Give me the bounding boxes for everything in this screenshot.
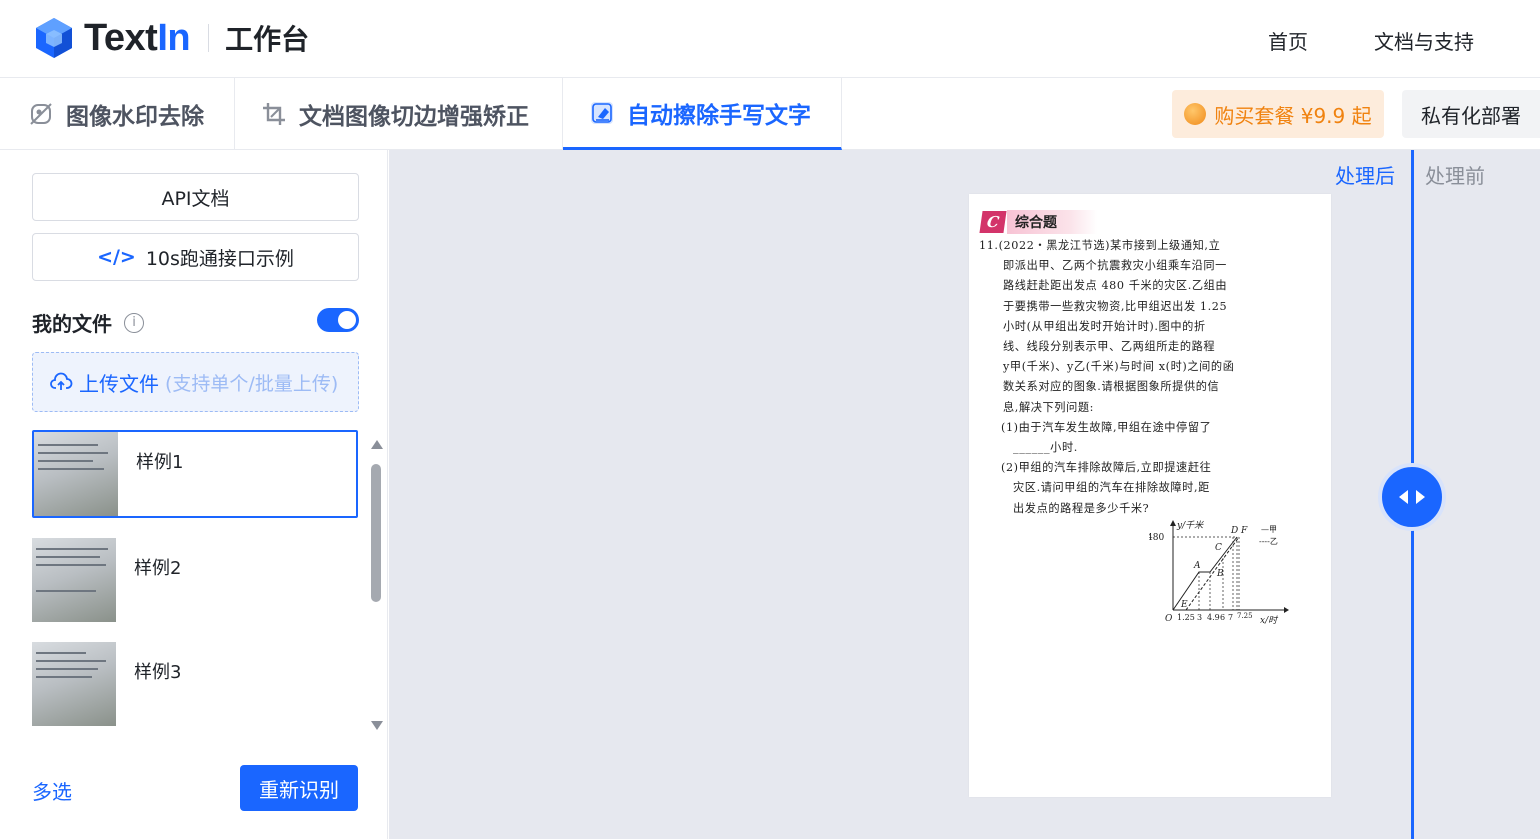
- file-name: 样例3: [134, 662, 182, 683]
- distance-time-graph: 480 y/千米 x/时 O 1.25 3 4.9 6 7 7.25 A B C…: [1149, 520, 1289, 626]
- question-line: (1)由于汽车发生故障,甲组在途中停留了: [1001, 420, 1212, 434]
- question-line: 出发点的路程是多少千米?: [1013, 501, 1150, 515]
- y-axis-label: y/千米: [1176, 520, 1204, 531]
- scroll-thumb[interactable]: [371, 464, 381, 602]
- before-processing-label[interactable]: 处理前: [1425, 160, 1485, 189]
- section-letter: C: [979, 211, 1007, 233]
- file-list: 样例1 样例2 样例3: [32, 430, 358, 730]
- point-label: A: [1193, 561, 1201, 571]
- eraser-icon: [591, 101, 613, 124]
- file-name: 样例1: [136, 452, 184, 473]
- buy-package-button[interactable]: 购买套餐 ¥9.9 起: [1172, 90, 1384, 138]
- question-line: 数关系对应的图象.请根据图象所提供的信: [1003, 380, 1220, 394]
- x-tick-label: 1.25: [1177, 613, 1195, 622]
- question-line: (2)甲组的汽车排除故障后,立即提速赶往: [1001, 461, 1212, 475]
- cloud-upload-icon: [50, 372, 73, 390]
- after-processing-label[interactable]: 处理后: [1335, 160, 1395, 189]
- x-tick-label: 3: [1197, 613, 1202, 622]
- section-title: 综合题: [1007, 210, 1097, 234]
- file-item-sample-2[interactable]: 样例2: [32, 538, 358, 626]
- nav-docs-support[interactable]: 文档与支持: [1374, 26, 1474, 55]
- api-doc-button[interactable]: API文档: [32, 173, 359, 221]
- question-line: 线、线段分别表示甲、乙两组所走的路程: [1003, 340, 1216, 354]
- file-list-scrollbar[interactable]: [369, 440, 383, 730]
- question-line: ______小时.: [1013, 441, 1078, 455]
- top-header: TextIn 工作台 首页 文档与支持: [0, 0, 1540, 78]
- scroll-down-icon[interactable]: [371, 721, 383, 730]
- tool-tabs: 图像水印去除 文档图像切边增强矫正 自动擦除手写文字 购买套餐 ¥9.9 起 私…: [0, 78, 1540, 150]
- coin-bag-icon: [1184, 103, 1207, 125]
- workspace-title: 工作台: [225, 23, 310, 56]
- tab-crop-enhance[interactable]: 文档图像切边增强矫正: [235, 78, 563, 150]
- upload-label: 上传文件: [79, 371, 159, 396]
- question-line: 息,解决下列问题:: [1003, 400, 1095, 414]
- private-deploy-button[interactable]: 私有化部署: [1402, 90, 1540, 138]
- tab-label: 图像水印去除: [66, 104, 204, 130]
- file-thumbnail: [32, 642, 116, 726]
- compare-slider-handle[interactable]: [1378, 463, 1446, 531]
- question-line: 于要携带一些救灾物资,比甲组迟出发 1.25: [1003, 299, 1228, 313]
- point-label: D: [1230, 526, 1238, 536]
- upload-hint: (支持单个/批量上传): [165, 372, 339, 395]
- tab-label: 文档图像切边增强矫正: [299, 104, 529, 130]
- x-tick-label: 6: [1220, 613, 1225, 622]
- file-name: 样例2: [134, 558, 182, 579]
- top-nav: 首页 文档与支持: [1268, 26, 1474, 55]
- question-line: 即派出甲、乙两个抗震救灾小组乘车沿同一: [1003, 259, 1227, 273]
- file-thumbnail: [34, 432, 118, 516]
- point-label: F: [1240, 526, 1248, 536]
- question-line: y甲(千米)、y乙(千米)与时间 x(时)之间的函: [1003, 360, 1235, 374]
- x-tick-label: 4.9: [1207, 613, 1220, 622]
- point-label: E: [1180, 600, 1188, 610]
- tab-handwriting-erase[interactable]: 自动擦除手写文字: [563, 78, 842, 150]
- logo-divider: [208, 24, 210, 52]
- point-label: C: [1215, 543, 1222, 553]
- file-item-sample-3[interactable]: 样例3: [32, 642, 358, 730]
- compare-viewer: C 综合题 11.(2022・黑龙江节选)某市接到上级通知,立 即派出甲、乙两个…: [389, 150, 1540, 839]
- arrow-right-icon: [1416, 490, 1425, 504]
- quickstart-label: 10s跑通接口示例: [145, 247, 294, 270]
- question-line: 11.(2022・黑龙江节选)某市接到上级通知,立: [979, 239, 1221, 252]
- left-panel: API文档 </> 10s跑通接口示例 我的文件 i 上传文件 (支持单个/批量…: [0, 150, 388, 839]
- y-tick-label: 480: [1149, 533, 1164, 543]
- logo-text: TextIn: [84, 16, 191, 59]
- arrow-left-icon: [1399, 490, 1408, 504]
- buy-package-label: 购买套餐 ¥9.9 起: [1214, 103, 1372, 128]
- section-tag: C 综合题: [979, 210, 1097, 234]
- my-files-toggle[interactable]: [317, 308, 359, 332]
- point-label: B: [1216, 569, 1224, 579]
- question-line: 路线赶赴距出发点 480 千米的灾区.乙组由: [1003, 279, 1228, 293]
- tab-label: 自动擦除手写文字: [627, 102, 811, 129]
- tab-watermark-removal[interactable]: 图像水印去除: [0, 78, 235, 150]
- scroll-up-icon[interactable]: [371, 440, 383, 449]
- watermark-remove-icon: [30, 103, 52, 125]
- question-line: 小时(从甲组出发时开始计时).图中的折: [1003, 319, 1206, 333]
- code-icon: </>: [97, 246, 136, 268]
- crop-icon: [263, 103, 285, 125]
- question-text: 11.(2022・黑龙江节选)某市接到上级通知,立 即派出甲、乙两个抗震救灾小组…: [979, 236, 1315, 519]
- legend-yi: ----乙: [1259, 537, 1278, 546]
- file-thumbnail: [32, 538, 116, 622]
- legend-jia: —甲: [1261, 525, 1277, 534]
- document-page: C 综合题 11.(2022・黑龙江节选)某市接到上级通知,立 即派出甲、乙两个…: [969, 194, 1331, 797]
- multi-select-link[interactable]: 多选: [32, 776, 72, 805]
- logo[interactable]: TextIn 工作台: [32, 16, 309, 60]
- question-line: 灾区.请问甲组的汽车在排除故障时,距: [1013, 481, 1210, 495]
- x-tick-label: 7.25: [1237, 612, 1253, 620]
- quickstart-button[interactable]: </> 10s跑通接口示例: [32, 233, 359, 281]
- x-axis-label: x/时: [1260, 615, 1279, 626]
- re-recognize-button[interactable]: 重新识别: [240, 765, 358, 811]
- my-files-label: 我的文件: [32, 312, 112, 336]
- info-icon[interactable]: i: [124, 312, 144, 333]
- my-files-heading: 我的文件 i: [32, 308, 144, 337]
- logo-cube-icon: [36, 18, 72, 58]
- x-tick-label: 7: [1228, 613, 1233, 622]
- origin-label: O: [1165, 614, 1173, 624]
- nav-home[interactable]: 首页: [1268, 26, 1308, 55]
- upload-file-button[interactable]: 上传文件 (支持单个/批量上传): [32, 352, 359, 412]
- file-item-sample-1[interactable]: 样例1: [32, 430, 358, 518]
